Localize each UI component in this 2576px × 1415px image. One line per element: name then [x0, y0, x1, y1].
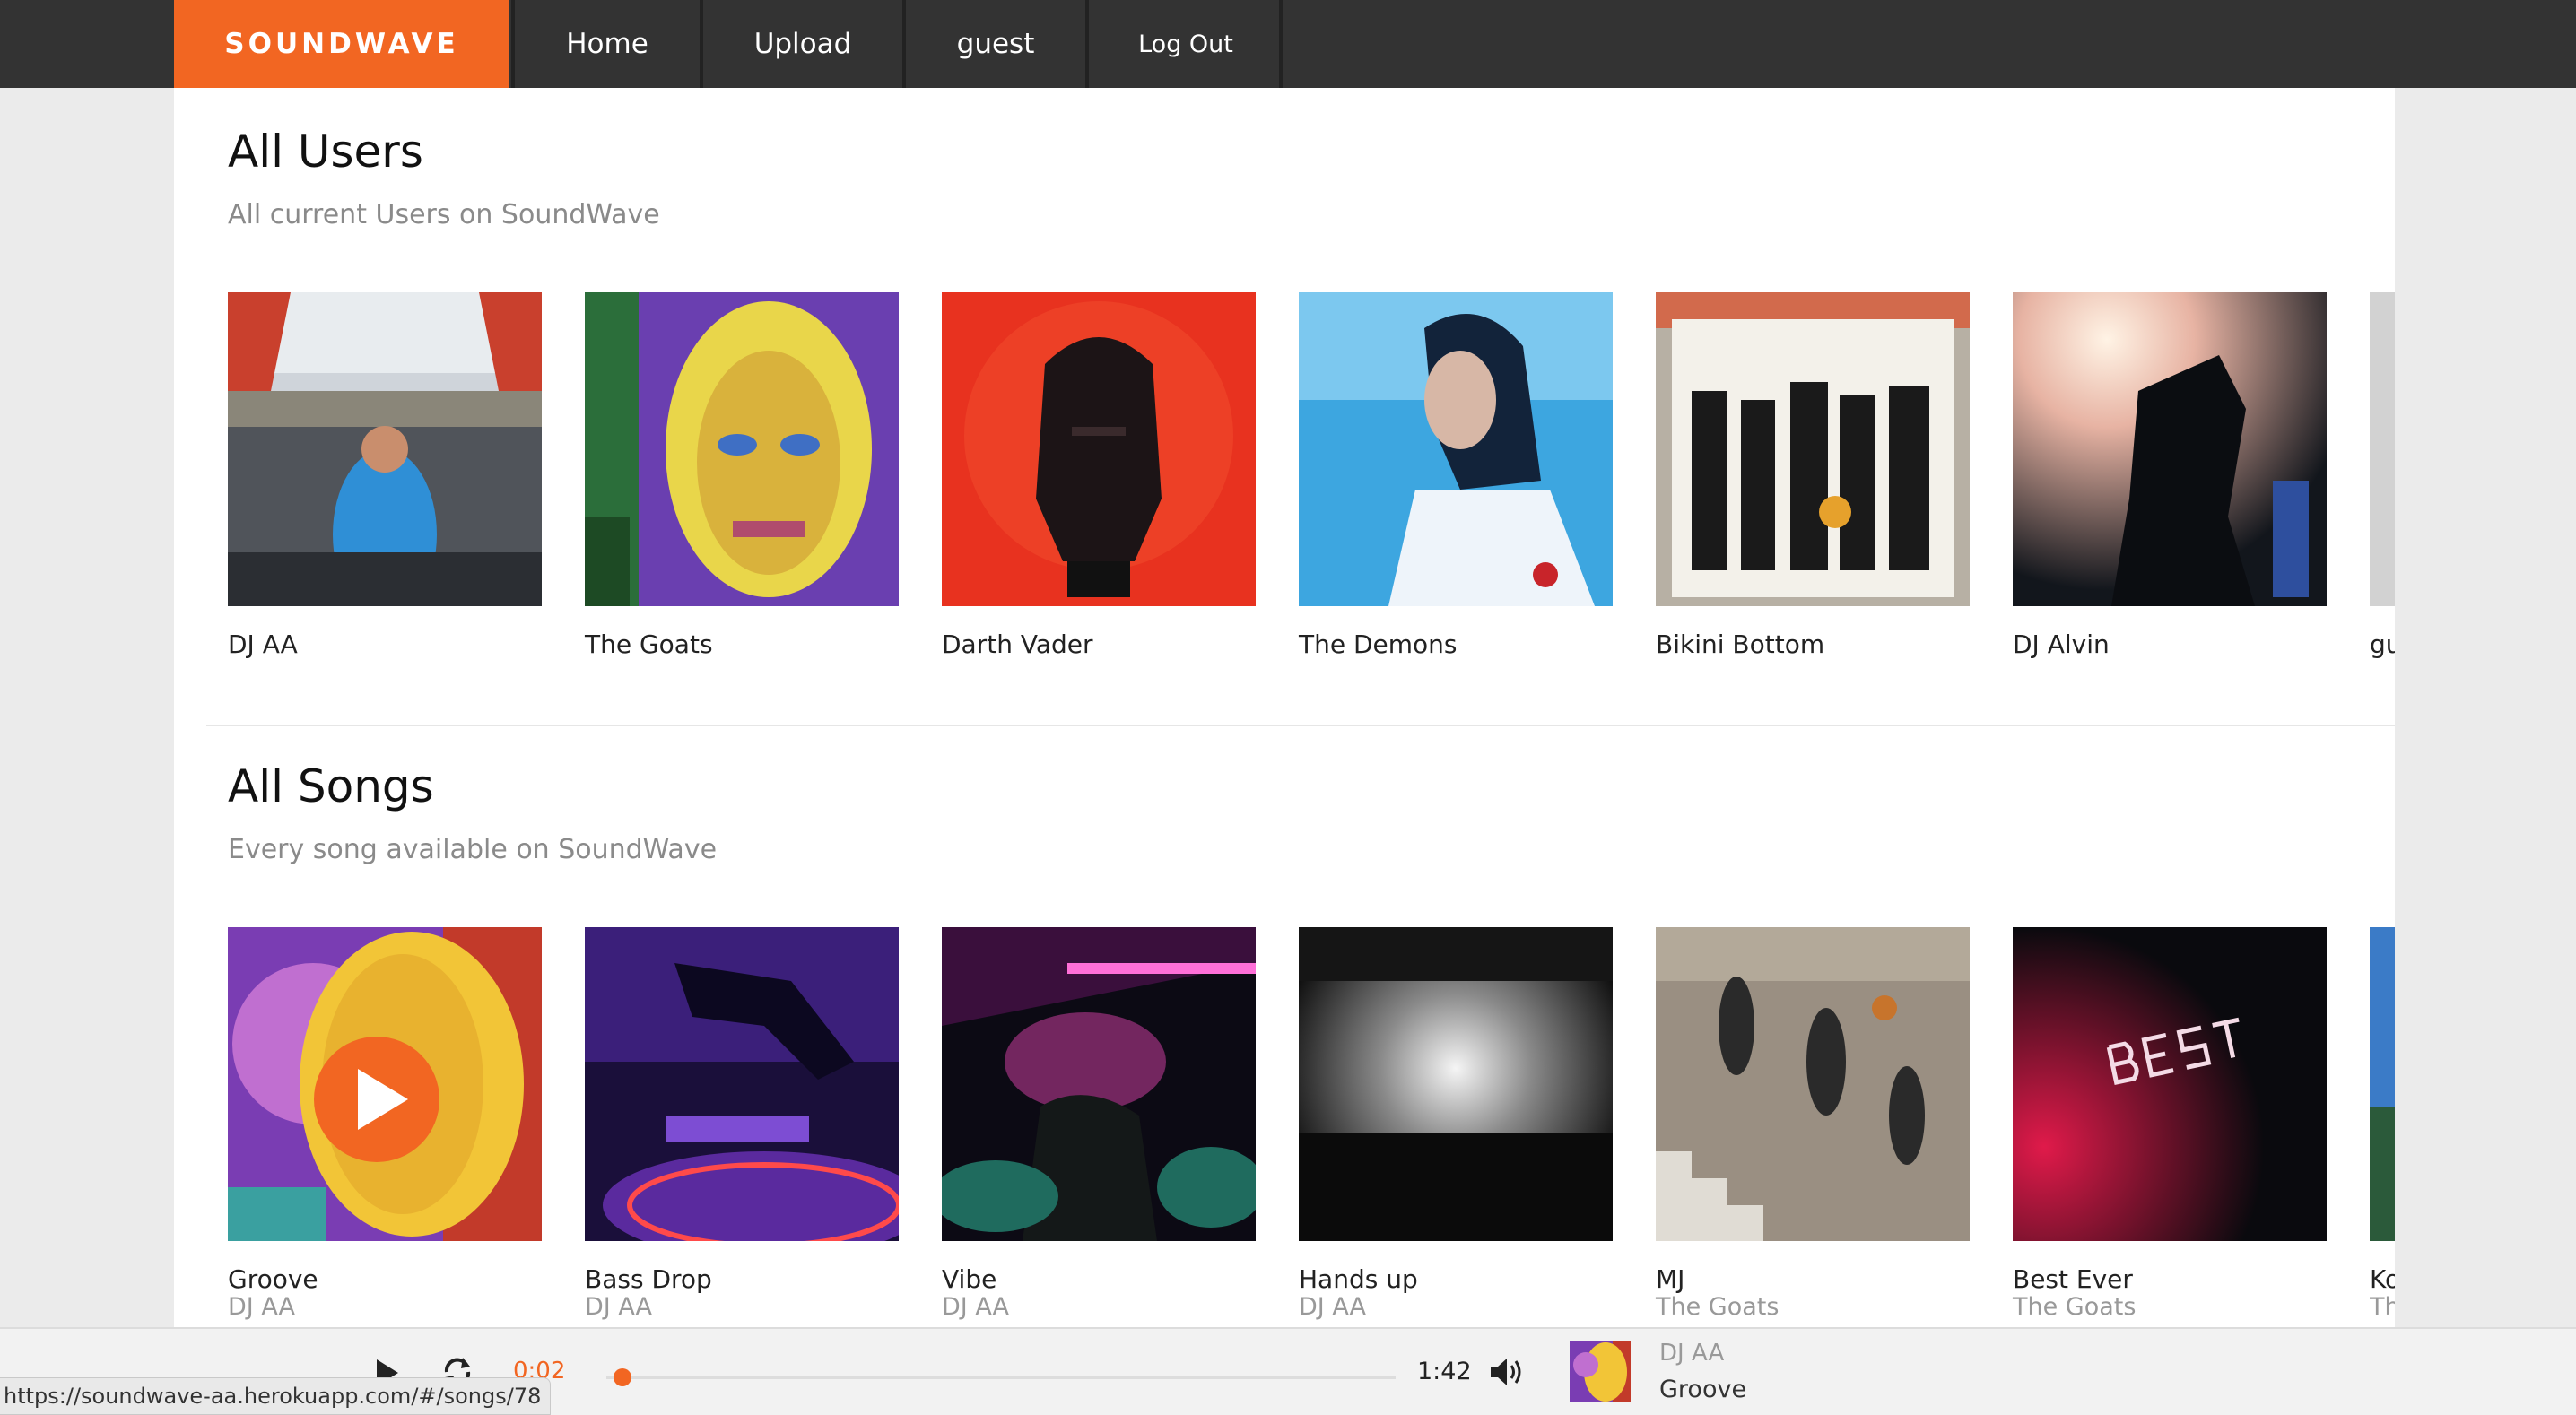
song-card[interactable]: MJ The Goats [1656, 927, 1970, 1321]
song-cover[interactable] [2370, 927, 2395, 1241]
play-overlay-icon[interactable] [314, 1037, 439, 1162]
user-card[interactable]: DJ AA [228, 292, 542, 659]
now-playing-cover[interactable] [1570, 1341, 1631, 1402]
progress-handle[interactable] [613, 1368, 631, 1386]
user-card[interactable]: The Demons [1299, 292, 1613, 659]
main-content: All Users All current Users on SoundWave… [174, 88, 2395, 1327]
song-title[interactable]: Groove [228, 1264, 318, 1294]
song-card[interactable]: Vibe DJ AA [942, 927, 1256, 1321]
brand-logo[interactable]: SOUNDWAVE [174, 0, 509, 88]
top-nav: SOUNDWAVE Home Upload guest Log Out [0, 0, 2576, 88]
song-artist[interactable]: DJ AA [1299, 1293, 1366, 1321]
users-title: All Users [228, 126, 423, 178]
user-image[interactable] [228, 292, 542, 606]
status-bar-url: https://soundwave-aa.herokuapp.com/#/son… [0, 1377, 552, 1415]
song-title[interactable]: Bass Drop [585, 1264, 712, 1294]
now-playing-artist[interactable]: DJ AA [1659, 1340, 1724, 1367]
song-title[interactable]: MJ [1656, 1264, 1684, 1294]
song-card[interactable]: Bass Drop DJ AA [585, 927, 899, 1321]
duration: 1:42 [1417, 1358, 1472, 1385]
user-name[interactable]: The Demons [1299, 629, 1458, 659]
user-name[interactable]: DJ Alvin [2013, 629, 2110, 659]
user-name[interactable]: The Goats [585, 629, 713, 659]
songs-title: All Songs [228, 760, 434, 812]
song-cover[interactable] [1299, 927, 1613, 1241]
song-cover[interactable] [1656, 927, 1970, 1241]
song-card[interactable]: Hands up DJ AA [1299, 927, 1613, 1321]
users-subtitle: All current Users on SoundWave [228, 199, 660, 230]
user-name[interactable]: Darth Vader [942, 629, 1093, 659]
user-image[interactable] [2013, 292, 2327, 606]
songs-subtitle: Every song available on SoundWave [228, 834, 718, 865]
nav-home[interactable]: Home [511, 0, 700, 88]
user-image[interactable] [585, 292, 899, 606]
nav-logout[interactable]: Log Out [1085, 0, 1283, 88]
song-cover[interactable] [2013, 927, 2327, 1241]
song-card[interactable]: Ko Th [2370, 927, 2395, 1327]
song-artist[interactable]: Th [2370, 1293, 2395, 1321]
user-name[interactable]: Bikini Bottom [1656, 629, 1824, 659]
user-card[interactable]: The Goats [585, 292, 899, 659]
user-card[interactable]: DJ Alvin [2013, 292, 2327, 659]
section-divider [206, 725, 2395, 726]
song-title[interactable]: Hands up [1299, 1264, 1418, 1294]
user-image[interactable] [2370, 292, 2395, 606]
user-image[interactable] [1656, 292, 1970, 606]
song-artist[interactable]: The Goats [1656, 1293, 1779, 1321]
volume-icon[interactable] [1489, 1356, 1525, 1388]
user-image[interactable] [1299, 292, 1613, 606]
user-card[interactable]: gu [2370, 292, 2395, 687]
song-title[interactable]: Vibe [942, 1264, 996, 1294]
song-artist[interactable]: DJ AA [228, 1293, 295, 1321]
nav-upload[interactable]: Upload [700, 0, 902, 88]
user-image[interactable] [942, 292, 1256, 606]
now-playing-title[interactable]: Groove [1659, 1376, 1746, 1403]
song-card[interactable]: Groove DJ AA [228, 927, 542, 1321]
nav-user[interactable]: guest [902, 0, 1085, 88]
song-title[interactable]: Ko [2370, 1264, 2395, 1294]
song-title[interactable]: Best Ever [2013, 1264, 2133, 1294]
song-card[interactable]: Best Ever The Goats [2013, 927, 2327, 1321]
user-name[interactable]: DJ AA [228, 629, 298, 659]
song-cover[interactable] [585, 927, 899, 1241]
user-card[interactable]: Darth Vader [942, 292, 1256, 659]
song-artist[interactable]: The Goats [2013, 1293, 2136, 1321]
song-cover[interactable] [942, 927, 1256, 1241]
song-artist[interactable]: DJ AA [942, 1293, 1009, 1321]
progress-track[interactable] [606, 1376, 1396, 1379]
nav-divider [1279, 0, 1283, 88]
user-card[interactable]: Bikini Bottom [1656, 292, 1970, 659]
song-cover[interactable] [228, 927, 542, 1241]
user-name[interactable]: gu [2370, 629, 2395, 659]
song-artist[interactable]: DJ AA [585, 1293, 652, 1321]
